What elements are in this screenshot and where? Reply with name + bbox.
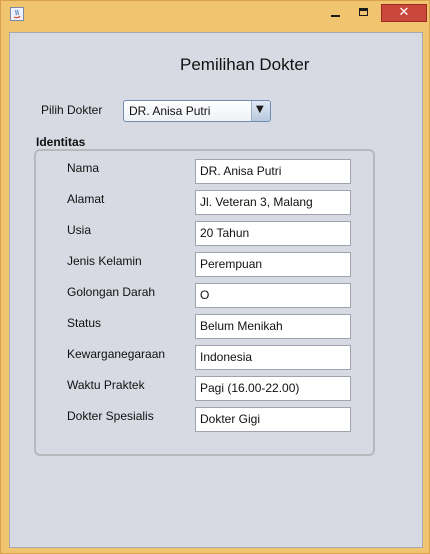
- close-icon: ✕: [398, 5, 410, 20]
- doctor-select-value: DR. Anisa Putri: [129, 104, 211, 118]
- maximize-icon: [359, 8, 368, 16]
- field-waktu-praktek[interactable]: Pagi (16.00-22.00): [195, 376, 351, 401]
- field-usia[interactable]: 20 Tahun: [195, 221, 351, 246]
- minimize-icon: [331, 15, 340, 17]
- identity-group-label: Identitas: [36, 135, 86, 149]
- field-alamat[interactable]: Jl. Veteran 3, Malang: [195, 190, 351, 215]
- label-dokter-spesialis: Dokter Spesialis: [67, 409, 154, 423]
- label-waktu-praktek: Waktu Praktek: [67, 378, 145, 392]
- field-golongan-darah[interactable]: O: [195, 283, 351, 308]
- label-status: Status: [67, 316, 102, 330]
- label-alamat: Alamat: [67, 192, 105, 206]
- field-status[interactable]: Belum Menikah: [195, 314, 351, 339]
- label-jenis-kelamin: Jenis Kelamin: [67, 254, 142, 268]
- doctor-select-dropdown[interactable]: DR. Anisa Putri ▼: [123, 100, 271, 122]
- field-dokter-spesialis[interactable]: Dokter Gigi: [195, 407, 351, 432]
- dropdown-arrow-button[interactable]: ▼: [251, 101, 270, 121]
- doctor-select-label: Pilih Dokter: [41, 103, 103, 117]
- minimize-button[interactable]: [323, 4, 349, 22]
- java-app-icon[interactable]: [10, 7, 24, 21]
- title-bar[interactable]: ✕: [1, 1, 429, 28]
- page-title: Pemilihan Dokter: [180, 55, 310, 74]
- chevron-down-icon: ▼: [256, 104, 264, 115]
- field-jenis-kelamin[interactable]: Perempuan: [195, 252, 351, 277]
- label-usia: Usia: [67, 223, 92, 237]
- content-panel: Pemilihan Dokter Pilih Dokter DR. Anisa …: [9, 32, 423, 548]
- maximize-button[interactable]: [351, 4, 377, 22]
- label-kewarganegaraan: Kewarganegaraan: [67, 347, 166, 361]
- label-golongan-darah: Golongan Darah: [67, 285, 156, 299]
- label-nama: Nama: [67, 161, 100, 175]
- app-window: ✕ Pemilihan Dokter Pilih Dokter DR. Anis…: [0, 0, 430, 554]
- close-button[interactable]: ✕: [381, 4, 427, 22]
- field-nama[interactable]: DR. Anisa Putri: [195, 159, 351, 184]
- field-kewarganegaraan[interactable]: Indonesia: [195, 345, 351, 370]
